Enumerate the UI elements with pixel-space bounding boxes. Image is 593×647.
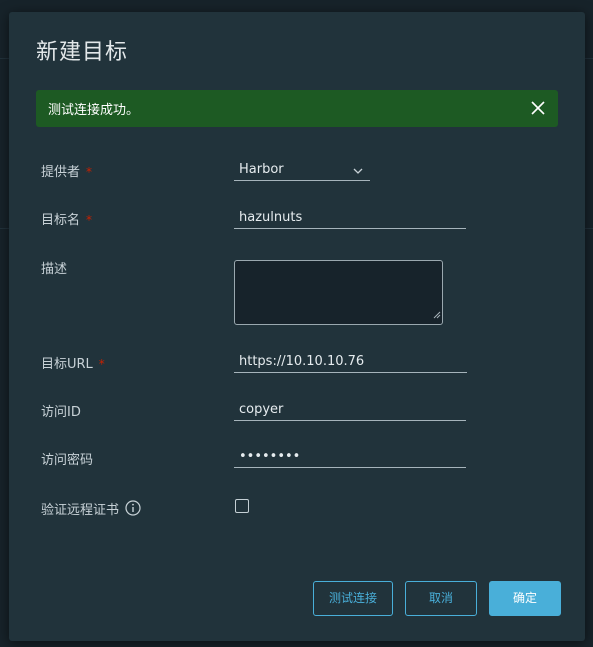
description-textarea[interactable] [234,260,443,325]
provider-select-value: Harbor [239,162,284,177]
required-mark: * [98,357,105,371]
cancel-button[interactable]: 取消 [405,581,477,616]
access-id-label: 访问ID [41,405,81,420]
success-alert: 测试连接成功。 [36,90,558,127]
access-secret-input[interactable]: •••••••• [234,446,466,468]
name-input[interactable]: hazulnuts [234,207,466,229]
info-icon[interactable] [125,499,141,520]
url-input[interactable]: https://10.10.10.76 [234,351,467,373]
provider-select[interactable]: Harbor [234,159,370,181]
verify-cert-label-text: 验证远程证书 [41,503,120,518]
resize-grip-icon[interactable] [433,304,441,323]
description-label: 描述 [41,262,68,277]
required-mark: * [86,213,93,227]
new-endpoint-dialog: 新建目标 测试连接成功。 提供者 * Harbor 目标名 * hazulnuts … [9,12,585,641]
required-mark: * [86,165,93,179]
close-icon[interactable] [526,96,550,120]
name-label: 目标名 * [41,209,92,228]
provider-label-text: 提供者 [41,165,81,180]
ok-button[interactable]: 确定 [489,581,561,616]
access-id-input[interactable]: copyer [234,399,466,421]
url-label-text: 目标URL [41,357,93,372]
access-secret-label: 访问密码 [41,453,94,468]
provider-label: 提供者 * [41,161,92,180]
name-label-text: 目标名 [41,213,81,228]
test-connection-button[interactable]: 测试连接 [313,581,393,616]
url-label: 目标URL * [41,353,105,372]
alert-message: 测试连接成功。 [48,103,140,118]
chevron-down-icon [352,163,364,185]
dialog-title: 新建目标 [36,40,129,65]
verify-cert-label: 验证远程证书 [41,499,141,520]
verify-cert-checkbox[interactable] [235,499,249,513]
